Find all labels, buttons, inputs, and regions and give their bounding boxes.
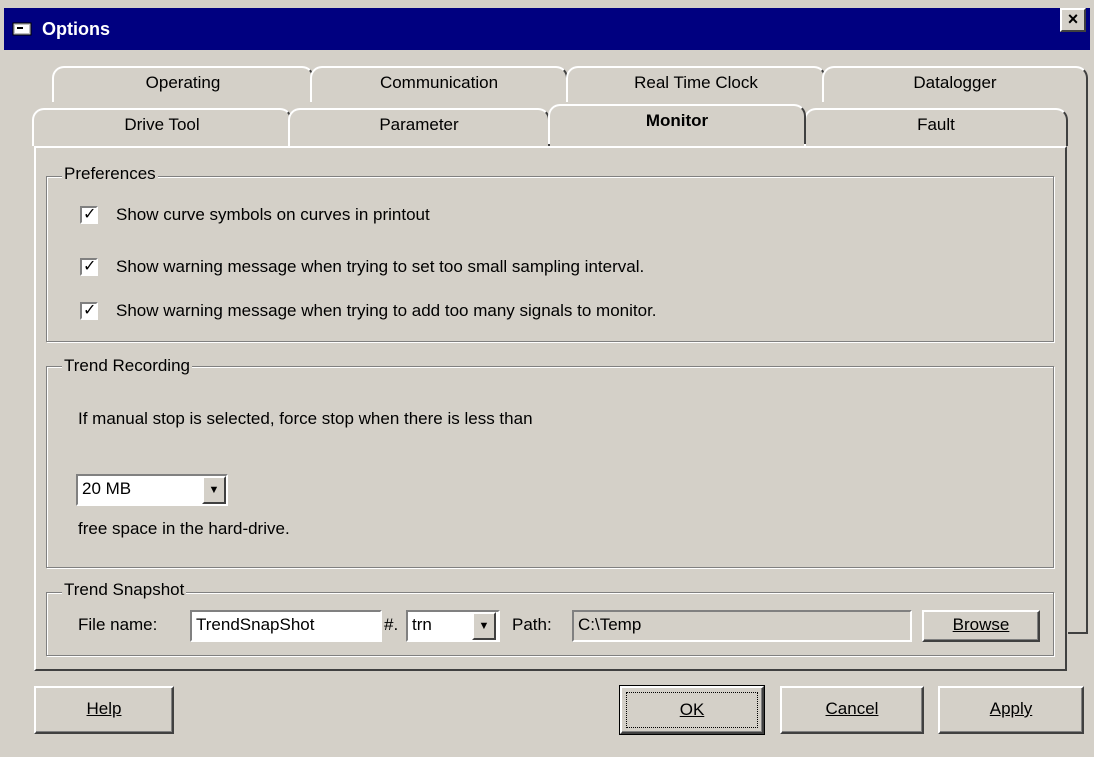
tab-monitor[interactable]: Monitor	[548, 104, 806, 144]
trend-recording-description: If manual stop is selected, force stop w…	[78, 409, 533, 428]
tab-stack-edge	[1086, 78, 1088, 634]
ok-focus-rect: OK	[626, 692, 758, 728]
help-button[interactable]: Help	[34, 686, 174, 734]
apply-button[interactable]: Apply	[938, 686, 1084, 734]
tab-stack-edge-bottom	[1068, 632, 1088, 634]
extension-separator: #.	[384, 615, 399, 634]
extension-value: trn	[412, 615, 432, 634]
browse-button-label: Browse	[952, 615, 1010, 634]
free-space-threshold-dropdown-button[interactable]: ▼	[202, 476, 226, 504]
file-name-input[interactable]: TrendSnapShot	[190, 610, 382, 642]
help-button-label: Help	[86, 699, 122, 718]
free-space-threshold-value: 20 MB	[82, 479, 132, 498]
apply-button-label: Apply	[989, 699, 1033, 718]
cancel-button-label: Cancel	[825, 699, 879, 718]
tab-communication[interactable]: Communication	[310, 66, 568, 102]
tab-drive-tool[interactable]: Drive Tool	[32, 108, 292, 146]
title-bar[interactable]: Options	[4, 8, 1090, 50]
tab-parameter[interactable]: Parameter	[288, 108, 550, 146]
warn-too-many-signals-checkbox[interactable]: ✓	[80, 302, 98, 320]
path-label: Path:	[512, 615, 552, 634]
checkmark-icon: ✓	[83, 258, 97, 275]
file-name-value: TrendSnapShot	[196, 615, 315, 634]
free-space-suffix-label: free space in the hard-drive.	[78, 519, 290, 538]
ok-button[interactable]: OK	[619, 685, 765, 735]
trend-snapshot-group-label: Trend Snapshot	[62, 580, 187, 600]
tab-fault[interactable]: Fault	[804, 108, 1068, 146]
close-icon: ×	[1067, 9, 1079, 29]
browse-button[interactable]: Browse	[922, 610, 1040, 642]
tab-datalogger[interactable]: Datalogger	[822, 66, 1088, 102]
file-name-label: File name:	[78, 615, 158, 634]
options-dialog: Options × Operating Communication Real T…	[0, 0, 1094, 757]
tab-real-time-clock[interactable]: Real Time Clock	[566, 66, 826, 102]
ok-button-label: OK	[679, 700, 705, 719]
warn-sampling-interval-label: Show warning message when trying to set …	[116, 257, 645, 276]
path-value: C:\Temp	[578, 615, 642, 634]
cancel-button[interactable]: Cancel	[780, 686, 924, 734]
checkmark-icon: ✓	[83, 302, 97, 319]
chevron-down-icon: ▼	[208, 484, 220, 496]
window-title: Options	[42, 19, 110, 39]
app-icon	[12, 22, 32, 36]
warn-too-many-signals-label: Show warning message when trying to add …	[116, 301, 657, 320]
preferences-group-label: Preferences	[62, 164, 158, 184]
show-curve-symbols-checkbox[interactable]: ✓	[80, 206, 98, 224]
warn-sampling-interval-checkbox[interactable]: ✓	[80, 258, 98, 276]
trend-recording-group-label: Trend Recording	[62, 356, 192, 376]
tab-operating[interactable]: Operating	[52, 66, 314, 102]
extension-dropdown-button[interactable]: ▼	[472, 612, 496, 640]
show-curve-symbols-label: Show curve symbols on curves in printout	[116, 205, 430, 224]
checkmark-icon: ✓	[83, 206, 97, 223]
chevron-down-icon: ▼	[478, 620, 490, 632]
path-field: C:\Temp	[572, 610, 912, 642]
close-button[interactable]: ×	[1060, 8, 1086, 32]
